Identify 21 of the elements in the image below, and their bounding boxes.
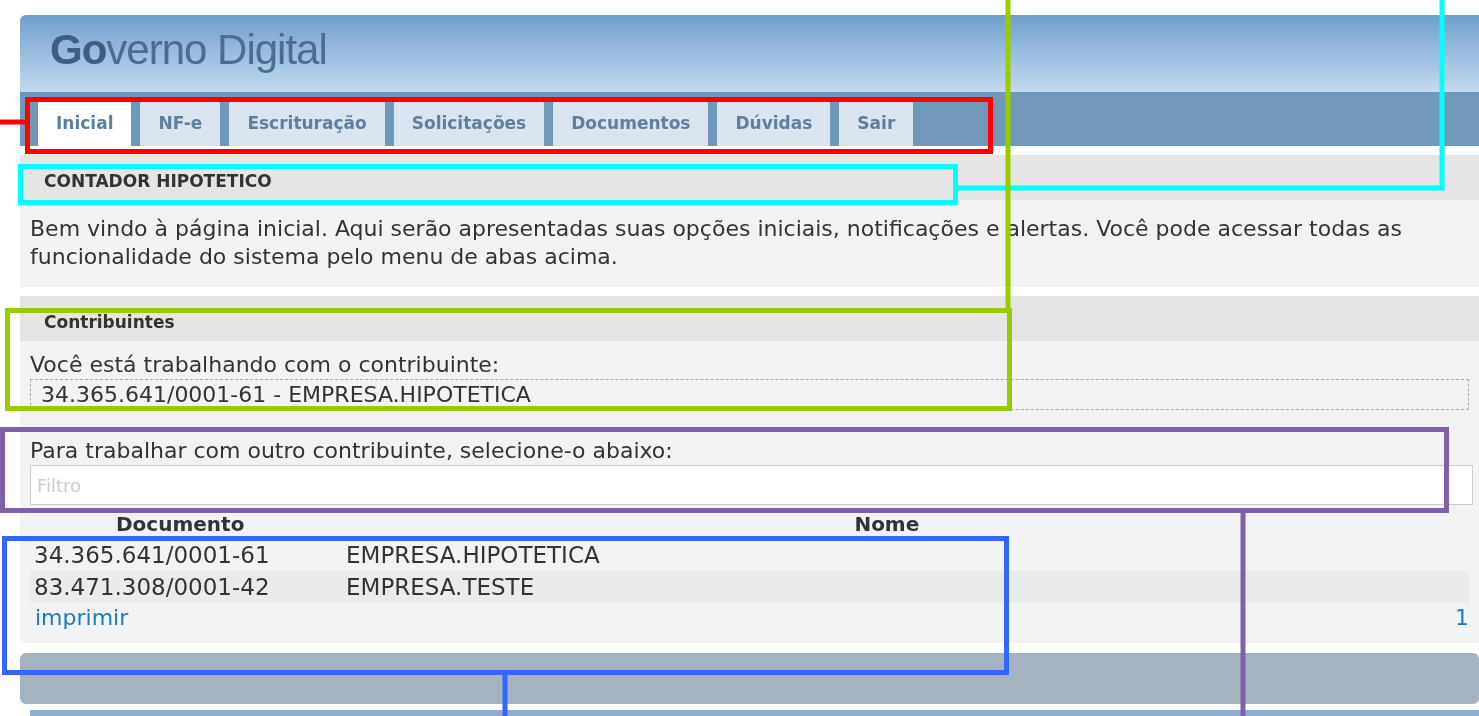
table-cell-text: 83.471.308/0001-42 (33, 573, 271, 602)
print-link[interactable]: imprimir (35, 603, 129, 633)
nav-tab[interactable]: Dúvidas (717, 101, 831, 146)
nav-tab[interactable]: Inicial (38, 101, 132, 146)
site-title: Governo Digital (50, 29, 328, 71)
table-cell-text: EMPRESA.HIPOTETICA (346, 541, 600, 570)
current-taxpayer-label: Você está trabalhando com o contribuinte: (30, 352, 500, 377)
nav-tab[interactable]: Escrituração (229, 101, 385, 146)
column-header: Nome (854, 513, 920, 535)
page-link[interactable]: 1 (1455, 603, 1469, 633)
nav-tab[interactable]: Solicitações (393, 101, 545, 146)
table-cell-text: EMPRESA.TESTE (346, 573, 535, 602)
section-heading: CONTADOR HIPOTETICO (44, 169, 272, 193)
select-label: Para trabalhar com outro contribuinte, selecione-o abaixo: (30, 438, 673, 463)
nav-tab[interactable]: Documentos (553, 101, 709, 146)
section-heading: Contribuintes (44, 310, 175, 334)
nav-tab[interactable]: Sair (839, 101, 914, 146)
current-taxpayer-value: 34.365.641/0001-61 - EMPRESA.HIPOTETICA (30, 379, 1469, 410)
table-cell-text: 34.365.641/0001-61 (33, 541, 271, 570)
nav-tab[interactable]: NF-e (140, 101, 221, 146)
column-header: Documento (116, 513, 245, 535)
